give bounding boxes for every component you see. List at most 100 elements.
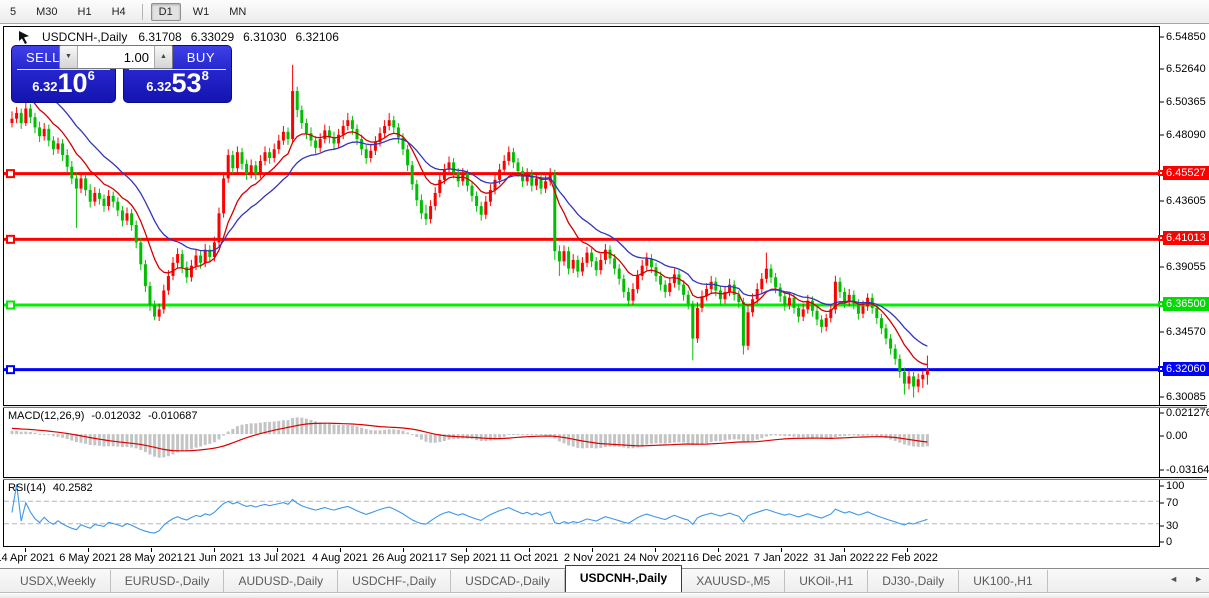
price-level-badge[interactable]: 6.41013 xyxy=(1163,231,1209,245)
macd-label-row: MACD(12,26,9) -0.012032 -0.010687 xyxy=(8,410,198,422)
rsi-tick-label: 100 xyxy=(1166,480,1184,492)
candles-layer xyxy=(11,65,929,398)
timeframe-button-d1[interactable]: D1 xyxy=(151,3,181,21)
buy-price[interactable]: 6.32538 xyxy=(124,68,231,99)
macd-axis: 0.0212760.00-0.031644 xyxy=(1160,408,1207,477)
one-click-trading-panel: SELL 6.32106 BUY 6.32538 ▼ ▲ xyxy=(11,45,232,103)
badge-handle[interactable] xyxy=(1158,301,1164,307)
sell-price-sup: 6 xyxy=(88,68,95,83)
volume-decrease-button[interactable]: ▼ xyxy=(60,46,78,68)
date-label: 16 Dec 2021 xyxy=(687,552,749,564)
chart-tab-uk100-h1[interactable]: UK100-,H1 xyxy=(959,570,1047,593)
macd-label: MACD(12,26,9) xyxy=(8,410,84,422)
line-handle[interactable] xyxy=(7,170,14,177)
toolbar-separator xyxy=(142,4,143,20)
price-tick-label: 6.48090 xyxy=(1166,129,1206,141)
macd-tick xyxy=(1160,436,1164,437)
timeframe-toolbar: 5M30 H1H4 D1W1MN xyxy=(0,0,1209,24)
price-tick-label: 6.30085 xyxy=(1166,391,1206,403)
timeframe-button-5[interactable]: 5 xyxy=(2,3,24,21)
sell-price-base: 6.32 xyxy=(32,79,57,94)
date-label: 6 May 2021 xyxy=(59,552,116,564)
date-label: 26 Aug 2021 xyxy=(372,552,434,564)
macd-tick-label: -0.031644 xyxy=(1166,464,1209,476)
chart-tab-bar: USDX,WeeklyEURUSD-,DailyAUDUSD-,DailyUSD… xyxy=(0,568,1209,593)
date-label: 17 Sep 2021 xyxy=(435,552,497,564)
price-tick xyxy=(1160,135,1164,136)
horizontal-level-lines[interactable] xyxy=(4,170,1159,373)
price-tick-label: 6.50365 xyxy=(1166,96,1206,108)
price-level-badge[interactable]: 6.32060 xyxy=(1163,362,1209,376)
date-label: 2 Nov 2021 xyxy=(564,552,620,564)
timeframe-button-m30[interactable]: M30 xyxy=(28,3,65,21)
line-handle[interactable] xyxy=(7,302,14,309)
chart-tab-usdx-weekly[interactable]: USDX,Weekly xyxy=(6,570,111,593)
date-label: 22 Feb 2022 xyxy=(876,552,938,564)
date-label: 14 Apr 2021 xyxy=(0,552,55,564)
date-label: 13 Jul 2021 xyxy=(249,552,306,564)
rsi-tick-label: 30 xyxy=(1166,520,1178,532)
ema-10-line xyxy=(12,78,927,364)
macd-signal-value: -0.010687 xyxy=(148,410,198,422)
chart-tab-dj30-daily[interactable]: DJ30-,Daily xyxy=(868,570,959,593)
price-tick-label: 6.52640 xyxy=(1166,63,1206,75)
sell-price[interactable]: 6.32106 xyxy=(12,68,115,99)
price-chart-pane[interactable]: USDCNH-,Daily 6.31708 6.33029 6.31030 6.… xyxy=(3,26,1160,405)
symbol-period-label: USDCNH-,Daily xyxy=(42,30,127,44)
volume-input[interactable] xyxy=(78,46,154,68)
tab-scroll-right-icon[interactable]: ► xyxy=(1194,574,1203,584)
sell-button[interactable]: SELL xyxy=(26,50,60,65)
high-value: 6.33029 xyxy=(191,30,234,44)
timeframe-button-h4[interactable]: H4 xyxy=(104,3,134,21)
price-tick-label: 6.54850 xyxy=(1166,31,1206,43)
badge-handle[interactable] xyxy=(1158,366,1164,372)
rsi-label: RSI(14) xyxy=(8,482,46,494)
buy-button[interactable]: BUY xyxy=(187,50,215,65)
timeframe-button-w1[interactable]: W1 xyxy=(185,3,218,21)
sell-price-big: 10 xyxy=(58,68,88,98)
price-tick xyxy=(1160,266,1164,267)
chart-tab-ukoil-h1[interactable]: UKOil-,H1 xyxy=(785,570,868,593)
buy-price-sup: 8 xyxy=(202,68,209,83)
timeframe-button-h1[interactable]: H1 xyxy=(70,3,100,21)
price-tick-label: 6.43605 xyxy=(1166,195,1206,207)
price-tick-label: 6.39055 xyxy=(1166,261,1206,273)
rsi-tick-label: 0 xyxy=(1166,536,1172,548)
price-level-badge[interactable]: 6.45527 xyxy=(1163,166,1209,180)
trading-platform-window: 5M30 H1H4 D1W1MN USDCNH-,Daily 6.31708 6.3… xyxy=(0,0,1209,598)
price-tick xyxy=(1160,69,1164,70)
chart-tab-audusd-daily[interactable]: AUDUSD-,Daily xyxy=(224,570,338,593)
chart-window: USDCNH-,Daily 6.31708 6.33029 6.31030 6.… xyxy=(3,26,1207,567)
rsi-tick xyxy=(1160,542,1164,543)
rsi-tick xyxy=(1160,525,1164,526)
date-label: 31 Jan 2022 xyxy=(814,552,875,564)
line-handle[interactable] xyxy=(7,366,14,373)
price-level-badge[interactable]: 6.36500 xyxy=(1163,297,1209,311)
chart-tab-usdcad-daily[interactable]: USDCAD-,Daily xyxy=(451,570,565,593)
rsi-value: 40.2582 xyxy=(53,482,93,494)
date-label: 4 Aug 2021 xyxy=(312,552,368,564)
rsi-label-row: RSI(14) 40.2582 xyxy=(8,482,93,494)
volume-increase-button[interactable]: ▲ xyxy=(154,46,172,68)
macd-main-value: -0.012032 xyxy=(91,410,141,422)
price-tick xyxy=(1160,36,1164,37)
cursor-arrow-icon xyxy=(18,31,31,44)
chart-tab-xauusd-m5[interactable]: XAUUSD-,M5 xyxy=(682,570,785,593)
price-tick xyxy=(1160,397,1164,398)
buy-price-base: 6.32 xyxy=(146,79,171,94)
chart-title: USDCNH-,Daily 6.31708 6.33029 6.31030 6.… xyxy=(18,30,339,44)
line-handle[interactable] xyxy=(7,236,14,243)
date-label: 7 Jan 2022 xyxy=(754,552,808,564)
rsi-pane[interactable]: RSI(14) 40.2582 xyxy=(3,480,1160,547)
timeframe-button-mn[interactable]: MN xyxy=(221,3,254,21)
macd-tick xyxy=(1160,413,1164,414)
chart-tab-eurusd-daily[interactable]: EURUSD-,Daily xyxy=(111,570,225,593)
rsi-axis: 10070300 xyxy=(1160,480,1207,547)
badge-handle[interactable] xyxy=(1158,235,1164,241)
macd-pane[interactable]: MACD(12,26,9) -0.012032 -0.010687 xyxy=(3,408,1160,477)
chart-tab-usdcnh-daily[interactable]: USDCNH-,Daily xyxy=(565,565,682,593)
tab-scroll-left-icon[interactable]: ◄ xyxy=(1169,574,1178,584)
chart-tab-usdchf-daily[interactable]: USDCHF-,Daily xyxy=(338,570,451,593)
price-axis[interactable]: 6.54850 6.52640 6.50365 6.48090 6.43605 6.390… xyxy=(1160,26,1207,405)
badge-handle[interactable] xyxy=(1158,170,1164,176)
